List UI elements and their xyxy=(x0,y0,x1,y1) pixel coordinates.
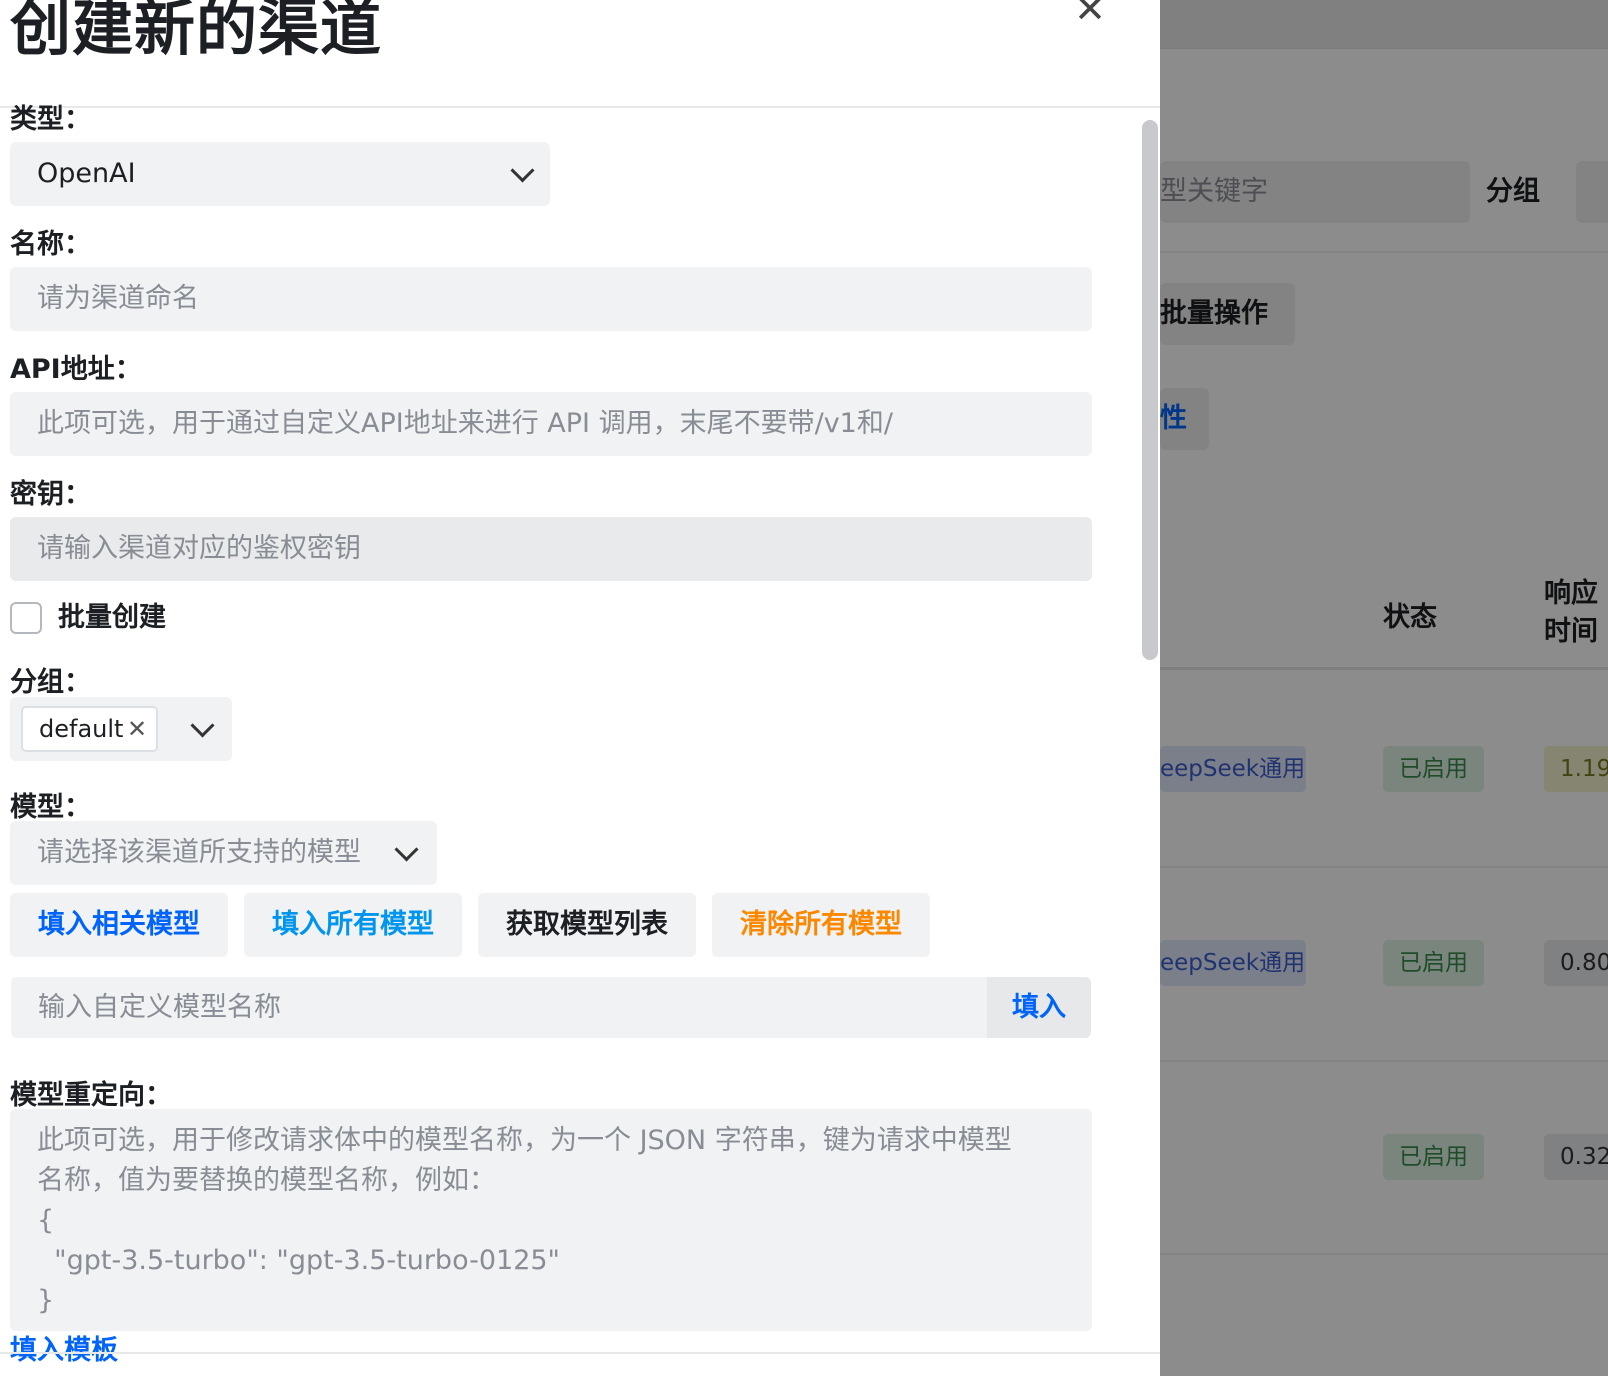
chevron-down-icon xyxy=(190,713,215,738)
fetch-model-list-button[interactable]: 获取模型列表 xyxy=(478,893,696,957)
type-select[interactable]: OpenAI xyxy=(10,142,550,206)
type-label: 类型： xyxy=(10,104,91,135)
scrollbar[interactable] xyxy=(1140,118,1160,1352)
api-url-input[interactable]: 此项可选，用于通过自定义API地址来进行 API 调用，末尾不要带/v1和/ xyxy=(10,392,1092,456)
close-icon[interactable]: ✕ xyxy=(1072,0,1108,30)
modal-overlay[interactable] xyxy=(1160,0,1608,1376)
fill-template-link[interactable]: 填入模板 xyxy=(10,1334,118,1368)
custom-model-row: 输入自定义模型名称 填入 xyxy=(11,977,1091,1038)
chevron-down-icon xyxy=(394,837,419,862)
type-select-value: OpenAI xyxy=(37,158,136,189)
group-label: 分组： xyxy=(10,667,91,698)
models-select-placeholder: 请选择该渠道所支持的模型 xyxy=(37,837,361,868)
batch-create-label: 批量创建 xyxy=(58,602,166,633)
clear-all-models-button[interactable]: 清除所有模型 xyxy=(712,893,930,957)
batch-create-checkbox[interactable] xyxy=(10,602,42,634)
name-input[interactable]: 请为渠道命名 xyxy=(10,267,1092,331)
fill-custom-model-button[interactable]: 填入 xyxy=(987,977,1091,1038)
key-label: 密钥： xyxy=(10,479,91,510)
models-label: 模型： xyxy=(10,792,91,823)
textarea-placeholder-line: 此项可选，用于修改请求体中的模型名称，为一个 JSON 字符串，键为请求中模型 xyxy=(37,1125,1012,1156)
custom-model-input[interactable]: 输入自定义模型名称 xyxy=(11,977,986,1038)
model-redirect-textarea[interactable]: 此项可选，用于修改请求体中的模型名称，为一个 JSON 字符串，键为请求中模型 … xyxy=(10,1109,1092,1331)
textarea-placeholder-line: 名称，值为要替换的模型名称，例如： xyxy=(37,1165,496,1196)
group-chip: default ✕ xyxy=(21,706,158,752)
header-divider xyxy=(0,106,1160,108)
sheet-title: 创建新的渠道 xyxy=(10,0,383,64)
group-select[interactable]: default ✕ xyxy=(10,697,232,761)
scrollbar-thumb[interactable] xyxy=(1142,120,1158,660)
textarea-placeholder-line: } xyxy=(37,1285,55,1316)
textarea-placeholder-line: "gpt-3.5-turbo": "gpt-3.5-turbo-0125" xyxy=(37,1245,560,1276)
chevron-down-icon xyxy=(510,158,535,183)
textarea-placeholder-line: { xyxy=(37,1205,55,1236)
chip-remove-icon[interactable]: ✕ xyxy=(127,708,147,750)
key-input[interactable]: 请输入渠道对应的鉴权密钥 xyxy=(10,517,1092,581)
fill-all-models-button[interactable]: 填入所有模型 xyxy=(244,893,462,957)
create-channel-sheet: 创建新的渠道 ✕ 类型： OpenAI 名称： 请为渠道命名 API地址： 此项… xyxy=(0,0,1160,1376)
model-redirect-label: 模型重定向： xyxy=(10,1080,172,1111)
models-select[interactable]: 请选择该渠道所支持的模型 xyxy=(10,821,437,885)
footer-divider xyxy=(0,1352,1160,1354)
group-chip-label: default xyxy=(39,715,124,743)
fill-related-models-button[interactable]: 填入相关模型 xyxy=(10,893,228,957)
name-label: 名称： xyxy=(10,229,91,260)
api-url-label: API地址： xyxy=(10,354,142,385)
